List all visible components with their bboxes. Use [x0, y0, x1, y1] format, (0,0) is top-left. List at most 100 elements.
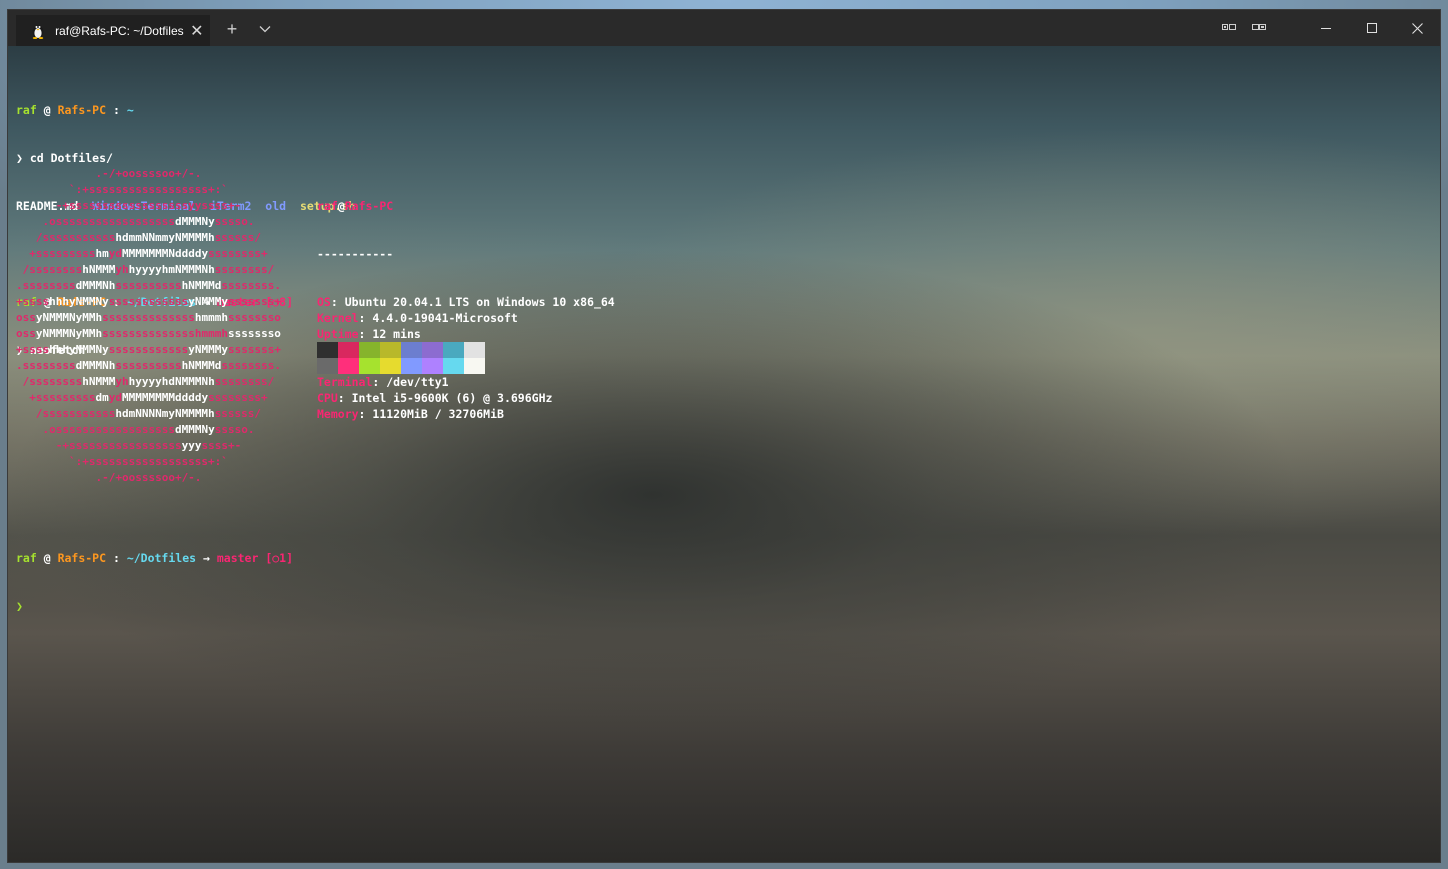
logo-segment: hyyyyhmNMMMNh	[128, 263, 215, 276]
logo-segment: dMMMNy	[174, 215, 215, 228]
prompt-separator: :	[106, 551, 127, 565]
logo-segment: +sssssssss	[16, 247, 96, 260]
logo-segment: ssssssss+	[208, 391, 268, 404]
logo-segment: hdmNNNNmyNMMMMh	[115, 407, 215, 420]
logo-segment: ssssssss/	[214, 263, 275, 276]
info-key: Uptime	[317, 327, 359, 341]
prompt-at: @	[36, 103, 58, 117]
info-field: CPU: Intel i5-9600K (6) @ 3.696GHz	[317, 390, 615, 406]
color-swatch	[380, 342, 401, 358]
logo-segment: ssssssss.	[221, 279, 281, 292]
logo-segment: .ssssssss	[16, 359, 76, 372]
tux-icon	[30, 23, 45, 39]
git-branch: master	[216, 551, 259, 565]
logo-segment: hhhyNMMNy	[49, 343, 109, 356]
title-bar[interactable]: raf@Rafs-PC: ~/Dotfiles ✕ +	[8, 10, 1440, 46]
logo-segment: dMMMNy	[174, 423, 215, 436]
logo-line: +sssshhhyNMMNyssssssssssssyNMMMysssssss+	[16, 294, 281, 310]
logo-segment: yNMMMy	[188, 343, 228, 356]
logo-segment: /ssssssss	[16, 375, 83, 388]
color-swatch	[338, 358, 359, 374]
tab-close-icon[interactable]: ✕	[184, 21, 210, 41]
logo-line: `:+ssssssssssssssssss+:`	[16, 454, 281, 470]
logo-segment: .-/+oossssoo+/-.	[16, 167, 202, 180]
info-host: Rafs-PC	[344, 199, 394, 213]
logo-segment: +ssss	[16, 343, 50, 356]
input-line[interactable]: ❯	[16, 598, 293, 614]
color-swatch	[443, 358, 464, 374]
prompt-user: raf	[16, 551, 37, 565]
logo-segment: .-/+oossssoo+/-.	[16, 471, 202, 484]
logo-line: .ssssssssdMMMNhsssssssssshNMMMdssssssss.	[16, 358, 281, 374]
logo-segment: `:+ssssssssssssssssss+:`	[16, 455, 228, 468]
info-key: Kernel	[317, 311, 359, 325]
logo-segment: /ssssssss	[16, 263, 83, 276]
logo-segment: ssssssssssss	[108, 295, 189, 308]
logo-segment: hyyyyhdNMMMNh	[128, 375, 215, 388]
logo-segment: dMMMNh	[75, 359, 116, 372]
terminal-lines-bottom: raf @ Rafs-PC : ~/Dotfiles → master [○1]…	[16, 518, 293, 646]
logo-segment: ssss+-	[201, 439, 242, 452]
info-key: CPU	[317, 391, 338, 405]
color-swatch	[464, 342, 485, 358]
tab-title: raf@Rafs-PC: ~/Dotfiles	[55, 23, 184, 38]
prompt-line: raf @ Rafs-PC : ~/Dotfiles → master [○1]	[16, 550, 293, 566]
logo-segment: sssso.	[214, 215, 255, 228]
info-field: Terminal: /dev/tty1	[317, 374, 615, 390]
logo-segment: sssso.	[214, 423, 255, 436]
logo-segment: ssssssssssssss	[102, 311, 195, 324]
info-key: Terminal	[317, 375, 373, 389]
logo-line: ossyNMMMNyMMhsssssssssssssshmmmhssssssso	[16, 310, 281, 326]
prompt-host: Rafs-PC	[57, 103, 107, 117]
terminal-window: raf@Rafs-PC: ~/Dotfiles ✕ + raf @ Rafs-P…	[8, 10, 1440, 862]
logo-segment: .ossssssssssssssssss	[16, 423, 175, 436]
color-swatch	[317, 358, 338, 374]
logo-segment: ssssssso	[227, 327, 281, 340]
color-swatch	[422, 358, 443, 374]
logo-segment: MMMMMMMMddddy	[121, 391, 209, 404]
logo-line: /sssssssshNMMMyhhyyyyhdNMMMNhssssssss/	[16, 374, 281, 390]
color-swatch	[338, 342, 359, 358]
logo-line: .ossssssssssssssssssdMMMNysssso.	[16, 214, 281, 230]
logo-segment: ssssssss.	[221, 359, 281, 372]
logo-line: /sssssssshNMMMyhhyyyyhmNMMMNhssssssss/	[16, 262, 281, 278]
minimize-button[interactable]	[1303, 10, 1349, 46]
prompt-arrow: →	[196, 551, 217, 565]
logo-segment: ssssssssss	[115, 359, 182, 372]
logo-line: ossyNMMMNyMMhsssssssssssssshmmmhssssssso	[16, 326, 281, 342]
logo-segment: -+sssssssssssssssss	[16, 439, 182, 452]
info-value: : 4.4.0-19041-Microsoft	[358, 311, 518, 325]
logo-segment: sssssssssssssshmmmh	[102, 327, 228, 340]
terminal-output[interactable]: raf @ Rafs-PC : ~ ❯ cd Dotfiles/ README.…	[8, 46, 1440, 862]
color-swatch	[401, 358, 422, 374]
logo-line: .-/+oossssoo+/-.	[16, 470, 281, 486]
info-at: @	[337, 199, 345, 213]
logo-segment: ssssssso	[227, 311, 281, 324]
ubuntu-ascii-logo: .-/+oossssoo+/-. `:+ssssssssssssssssss+:…	[16, 166, 281, 486]
prompt-user: raf	[16, 103, 37, 117]
logo-segment: ssssss/	[214, 231, 262, 244]
tab-dropdown-button[interactable]	[252, 18, 278, 40]
tab-active[interactable]: raf@Rafs-PC: ~/Dotfiles ✕	[16, 15, 210, 46]
logo-line: +sssshhhyNMMNyssssssssssssyNMMMysssssss+	[16, 342, 281, 358]
logo-line: .ssssssssdMMMNhsssssssssshNMMMdssssssss.	[16, 278, 281, 294]
logo-line: +ssssssssshmydMMMMMMMNddddyssssssss+	[16, 246, 281, 262]
info-field: Kernel: 4.4.0-19041-Microsoft	[317, 310, 615, 326]
new-tab-button[interactable]: +	[219, 18, 245, 40]
split-view-icon[interactable]	[1252, 21, 1266, 31]
close-window-button[interactable]	[1394, 10, 1440, 46]
logo-segment: `:+ssssssssssssssssss+:`	[16, 183, 228, 196]
prompt-line: raf @ Rafs-PC : ~	[16, 102, 355, 118]
info-key: OS	[317, 295, 331, 309]
prompt-at: @	[36, 551, 58, 565]
info-value: : 12 mins	[358, 327, 421, 341]
logo-segment: hNMMM	[82, 263, 116, 276]
logo-segment: /sssssssssss	[16, 407, 116, 420]
logo-segment: yd	[108, 391, 122, 404]
logo-segment: yNMMMNyMMh	[35, 327, 103, 340]
logo-segment: hNMMMd	[181, 279, 222, 292]
prompt-separator: :	[106, 103, 127, 117]
logo-line: /ssssssssssshdmNNNNmyNMMMMhssssss/	[16, 406, 281, 422]
compact-overlay-icon[interactable]	[1222, 21, 1236, 31]
maximize-button[interactable]	[1349, 10, 1395, 46]
